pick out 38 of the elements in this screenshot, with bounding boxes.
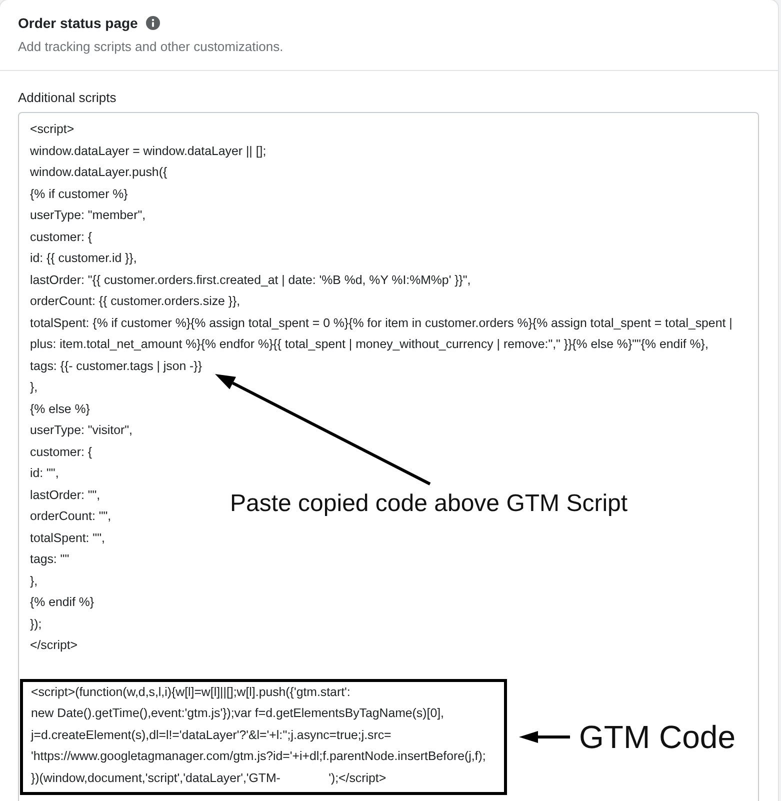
code-line: {% else %} <box>30 400 90 418</box>
code-line: customer: { <box>30 228 92 246</box>
code-line: plus: item.total_net_amount %}{% endfor %}{{ total_spent | money_without_currency | remove:"," }}{% else %}""{% endif %}, <box>30 336 708 353</box>
code-line: userType: "visitor", <box>30 422 132 439</box>
code-line: window.dataLayer.push({ <box>30 164 168 181</box>
code-line: userType: "member", <box>30 207 146 224</box>
code-line: totalSpent: {% if customer %}{% assign total_spent = 0 %}{% for item in customer.orders %}{% assign total_spent = total_spent | <box>30 314 732 332</box>
code-line: }, <box>30 572 38 590</box>
code-line: customer: { <box>30 444 92 461</box>
code-line: 'https://www.googletagmanager.com/gtm.js?id='+i+dl;f.parentNode.insertBefore(j,f); <box>31 748 486 765</box>
code-line: tags: {{- customer.tags | json -}} <box>30 358 202 375</box>
code-line: </script> <box>30 637 78 654</box>
field-label: Additional scripts <box>18 89 118 107</box>
callout-text: GTM Code <box>579 718 736 755</box>
code-line: tags: "" <box>30 551 70 568</box>
code-line: })(window,document,'script','dataLayer','GTM- ');</script> <box>31 770 386 787</box>
section-subtitle: Add tracking scripts and other customizations. <box>18 38 284 56</box>
code-line: id: "", <box>30 465 59 482</box>
code-line: lastOrder: "{{ customer.orders.first.created_at | date: '%B %d, %Y %I:%M%p' }}", <box>30 272 471 289</box>
code-line: <script>(function(w,d,s,l,i){w[l]=w[l]||[];w[l].push({'gtm.start': <box>31 684 350 701</box>
code-line: orderCount: "", <box>30 508 112 525</box>
info-icon[interactable] <box>146 16 160 30</box>
code-line: orderCount: {{ customer.orders.size }}, <box>30 293 240 310</box>
code-line: <script> <box>30 121 74 138</box>
code-line: }); <box>30 616 42 633</box>
arrow-icon <box>519 730 570 744</box>
code-line: lastOrder: "", <box>30 486 100 504</box>
section-title: Order status page <box>18 14 138 33</box>
code-line: new Date().getTime(),event:'gtm.js'});var f=d.getElementsByTagName(s)[0], <box>31 705 444 722</box>
code-line: {% endif %} <box>30 594 94 611</box>
code-line: totalSpent: "", <box>30 530 105 547</box>
script-textarea[interactable] <box>18 112 759 801</box>
callout-text: Paste copied code above GTM Script <box>230 490 628 518</box>
code-line: {% if customer %} <box>30 186 128 203</box>
code-line: window.dataLayer = window.dataLayer || []; <box>30 142 266 160</box>
code-line: j=d.createElement(s),dl=l!='dataLayer'?'&l='+l:'';j.async=true;j.src= <box>31 726 392 744</box>
code-line: }, <box>30 379 38 396</box>
code-line: id: {{ customer.id }}, <box>30 250 137 267</box>
